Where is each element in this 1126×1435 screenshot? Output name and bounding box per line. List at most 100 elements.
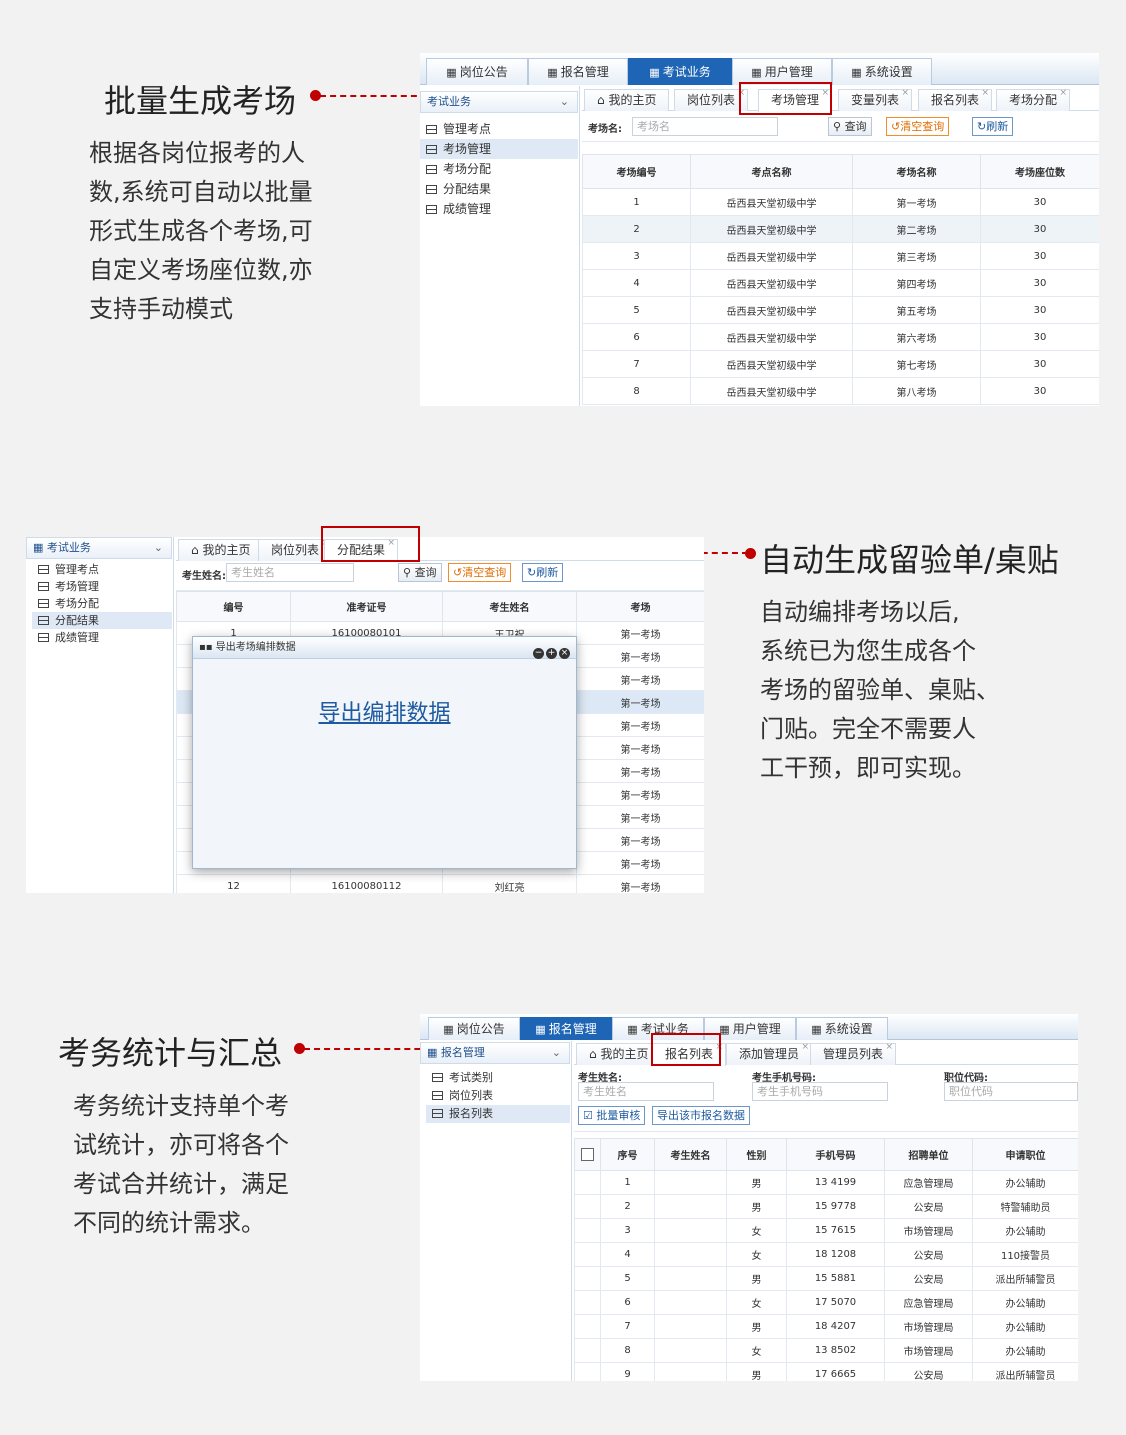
close-icon[interactable]: × [981, 83, 989, 104]
column-header[interactable]: 考生姓名 [442, 591, 577, 622]
feature-description: 根据各岗位报考的人 数,系统可自动以批量 形式生成各个考场,可 自定义考场座位数… [89, 134, 313, 329]
clear-query-button[interactable]: ↺清空查询 [886, 117, 950, 136]
desc-line: 门贴。完全不需要人 [760, 715, 976, 743]
nav-tab-exam-business[interactable]: ▦ 考试业务 [628, 58, 732, 85]
side-item-score-management[interactable]: 成绩管理 [32, 629, 172, 646]
table-row[interactable]: 5 岳西县天堂初级中学 第五考场 30 [582, 296, 1099, 324]
close-icon[interactable]: × [1059, 83, 1067, 104]
tab-home[interactable]: ⌂ 我的主页 [178, 539, 264, 561]
table-row[interactable]: 9 男 17 6665 公安局 派出所辅警员 [574, 1362, 1078, 1381]
side-item-allocation-result[interactable]: 分配结果 [420, 179, 578, 199]
export-modal: ▪▪ 导出考场编排数据 − + × 导出编排数据 [192, 636, 577, 869]
export-arrangement-link[interactable]: 导出编排数据 [193, 695, 576, 727]
table-row[interactable]: 8 女 13 8502 市场管理局 办公辅助 [574, 1338, 1078, 1363]
tab-add-admin[interactable]: 添加管理员 × [726, 1042, 813, 1065]
table-row[interactable]: 7 岳西县天堂初级中学 第七考场 30 [582, 350, 1099, 378]
column-header[interactable]: 性别 [726, 1138, 787, 1171]
side-item-room-management[interactable]: 考场管理 [420, 139, 578, 159]
feature-description: 自动编排考场以后, 系统已为您生成各个 考场的留验单、桌贴、 门贴。完全不需要人… [760, 593, 1000, 788]
table-row[interactable]: 6 女 17 5070 应急管理局 办公辅助 [574, 1290, 1078, 1315]
side-item-manage-sites[interactable]: 管理考点 [420, 119, 578, 139]
side-item-room-allocation[interactable]: 考场分配 [32, 595, 172, 612]
table-row[interactable]: 7 男 18 4207 市场管理局 办公辅助 [574, 1314, 1078, 1339]
desc-line: 试统计，亦可将各个 [73, 1131, 289, 1159]
tab-post-list[interactable]: 岗位列表× [674, 88, 749, 111]
column-header[interactable]: 申请职位 [972, 1138, 1078, 1171]
room-name-input[interactable]: 考场名 [632, 117, 778, 136]
side-item-manage-sites[interactable]: 管理考点 [32, 561, 172, 578]
chevron-down-icon: ⌄ [551, 1046, 561, 1059]
nav-tab-announcement[interactable]: ▦ 岗位公告 [428, 1017, 520, 1040]
post-code-input[interactable]: 职位代码 [944, 1082, 1078, 1101]
table-row[interactable]: 4 岳西县天堂初级中学 第四考场 30 [582, 269, 1099, 297]
close-icon[interactable]: × [559, 648, 570, 659]
table-row[interactable]: 2 岳西县天堂初级中学 第二考场 30 [582, 215, 1099, 243]
nav-tab-users[interactable]: ▦ 用户管理 [732, 58, 832, 85]
export-registration-button[interactable]: 导出该市报名数据 [652, 1106, 750, 1125]
candidate-name-input[interactable]: 考生姓名 [226, 563, 354, 582]
tab-registration-list[interactable]: 报名列表 × [918, 88, 993, 111]
table-icon [432, 1091, 443, 1100]
table-row[interactable]: 5 男 15 5881 公安局 派出所辅警员 [574, 1266, 1078, 1291]
tab-home[interactable]: ⌂ 我的主页 [576, 1043, 662, 1065]
column-header[interactable]: 考点名称 [690, 154, 853, 189]
query-button[interactable]: ⚲ 查询 [828, 117, 872, 136]
tab-home[interactable]: ⌂ 我的主页 [584, 89, 670, 111]
table-row[interactable]: 12 16100080112 刘红亮 第一考场 [176, 874, 704, 893]
column-header[interactable]: 序号 [600, 1138, 655, 1171]
table-row[interactable]: 4 女 18 1208 公安局 110接警员 [574, 1242, 1078, 1267]
query-button[interactable]: ⚲ 查询 [398, 563, 442, 582]
table-row[interactable]: 1 岳西县天堂初级中学 第一考场 30 [582, 188, 1099, 216]
side-item-score-management[interactable]: 成绩管理 [420, 199, 578, 219]
desc-line: 自动编排考场以后, [760, 598, 960, 626]
column-header[interactable]: 考场名称 [852, 154, 981, 189]
column-header[interactable]: 招聘单位 [884, 1138, 973, 1171]
nav-tab-registration[interactable]: ▦ 报名管理 [520, 1017, 612, 1040]
side-item-registration-list[interactable]: 报名列表 [426, 1105, 570, 1123]
side-panel-header[interactable]: 考试业务 ⌄ [420, 91, 578, 113]
nav-tab-registration[interactable]: ▦ 报名管理 [528, 58, 628, 85]
table-row[interactable]: 8 岳西县天堂初级中学 第八考场 30 [582, 377, 1099, 405]
nav-tab-settings[interactable]: ▦ 系统设置 [832, 58, 932, 85]
side-item-allocation-result[interactable]: 分配结果 [32, 612, 172, 629]
column-header[interactable]: 考场 [576, 591, 704, 622]
batch-review-button[interactable]: ☑ 批量审核 [578, 1106, 646, 1125]
nav-tab-settings[interactable]: ▦ 系统设置 [796, 1017, 888, 1040]
nav-tab-announcement[interactable]: ▦ 岗位公告 [426, 58, 528, 85]
tab-variable-list[interactable]: 变量列表 × [838, 88, 913, 111]
phone-number-input[interactable]: 考生手机号码 [752, 1082, 888, 1101]
column-header[interactable]: 编号 [176, 591, 291, 622]
minimize-icon[interactable]: − [533, 648, 544, 659]
column-header[interactable]: 考生姓名 [654, 1138, 727, 1171]
candidate-name-input[interactable]: 考生姓名 [578, 1082, 714, 1101]
table-icon [38, 616, 49, 625]
column-header[interactable]: 考场座位数 [980, 154, 1099, 189]
clear-query-button[interactable]: ↺清空查询 [448, 563, 512, 582]
side-panel-header[interactable]: ▦ 报名管理 ⌄ [420, 1042, 570, 1064]
close-icon[interactable]: × [801, 1037, 809, 1058]
column-header[interactable]: 准考证号 [290, 591, 443, 622]
side-item-exam-category[interactable]: 考试类别 [426, 1069, 570, 1087]
side-item-post-list[interactable]: 岗位列表 [426, 1087, 570, 1105]
table-row[interactable]: 3 岳西县天堂初级中学 第三考场 30 [582, 242, 1099, 270]
select-all-checkbox[interactable] [574, 1138, 601, 1171]
column-header[interactable]: 手机号码 [786, 1138, 885, 1171]
maximize-icon[interactable]: + [546, 648, 557, 659]
side-item-room-allocation[interactable]: 考场分配 [420, 159, 578, 179]
side-panel-header[interactable]: ▦ 考试业务 ⌄ [26, 537, 172, 559]
table-row[interactable]: 1 男 13 4199 应急管理局 办公辅助 [574, 1170, 1078, 1195]
column-header[interactable]: 考场编号 [582, 154, 691, 189]
table-icon [38, 582, 49, 591]
side-item-room-management[interactable]: 考场管理 [32, 578, 172, 595]
table-row[interactable]: 2 男 15 9778 公安局 特警辅助员 [574, 1194, 1078, 1219]
table-row[interactable]: 3 女 15 7615 市场管理局 办公辅助 [574, 1218, 1078, 1243]
tab-admin-list[interactable]: 管理员列表 × [810, 1042, 897, 1065]
table-row[interactable]: 6 岳西县天堂初级中学 第六考场 30 [582, 323, 1099, 351]
tab-room-allocation[interactable]: 考场分配 × [996, 88, 1071, 111]
search-bar: 考生姓名: 考生姓名 考生手机号码: 考生手机号码 职位代码: 职位代码 ☑ 批… [574, 1066, 1078, 1132]
refresh-button[interactable]: ↻刷新 [522, 563, 564, 582]
refresh-button[interactable]: ↻刷新 [972, 117, 1014, 136]
close-icon[interactable]: × [901, 83, 909, 104]
table-icon [38, 565, 49, 574]
close-icon[interactable]: × [885, 1037, 893, 1058]
